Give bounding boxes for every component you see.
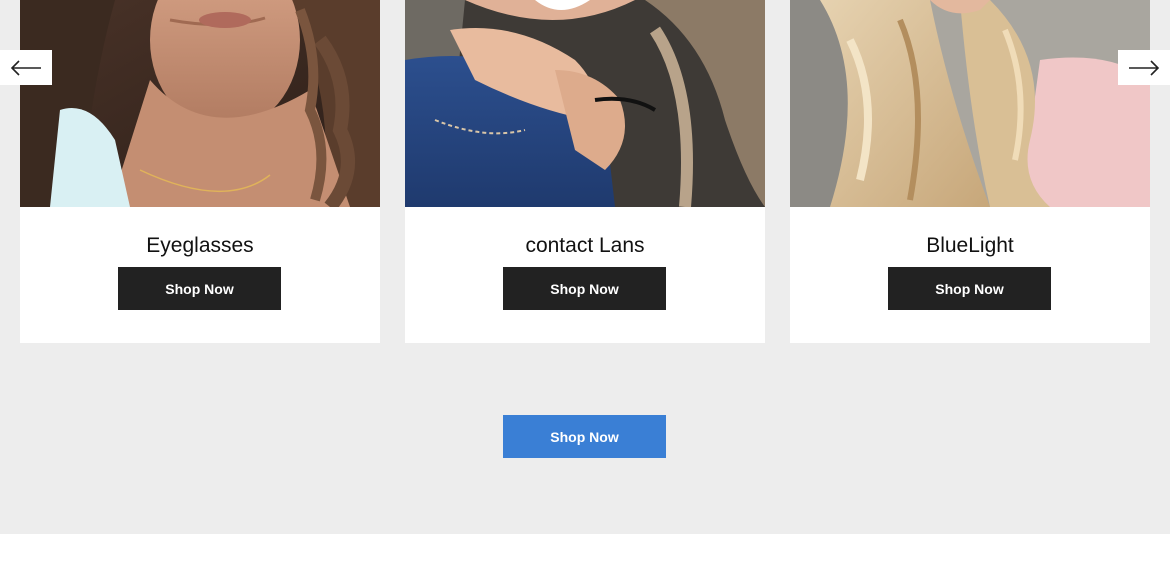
woman-denim-smiling-photo[interactable]: [405, 0, 765, 207]
category-carousel-section: Eyeglasses Shop Now contact Lans Shop No…: [0, 0, 1170, 534]
category-card-bluelight: BlueLight Shop Now: [790, 0, 1150, 343]
shop-now-contact-lens-button[interactable]: Shop Now: [503, 267, 666, 310]
card-title: contact Lans: [525, 234, 645, 257]
woman-blonde-hair-photo[interactable]: [790, 0, 1150, 207]
woman-curly-hair-photo[interactable]: [20, 0, 380, 207]
card-title: Eyeglasses: [146, 234, 254, 257]
arrow-left-icon: [10, 59, 41, 76]
shop-now-eyeglasses-button[interactable]: Shop Now: [118, 267, 281, 310]
shop-now-main-button[interactable]: Shop Now: [503, 415, 666, 458]
arrow-right-icon: [1129, 59, 1160, 76]
carousel-next-button[interactable]: [1118, 50, 1170, 85]
card-title: BlueLight: [926, 234, 1014, 257]
carousel-prev-button[interactable]: [0, 50, 52, 85]
shop-now-bluelight-button[interactable]: Shop Now: [888, 267, 1051, 310]
category-card-eyeglasses: Eyeglasses Shop Now: [20, 0, 380, 343]
category-card-contact-lens: contact Lans Shop Now: [405, 0, 765, 343]
